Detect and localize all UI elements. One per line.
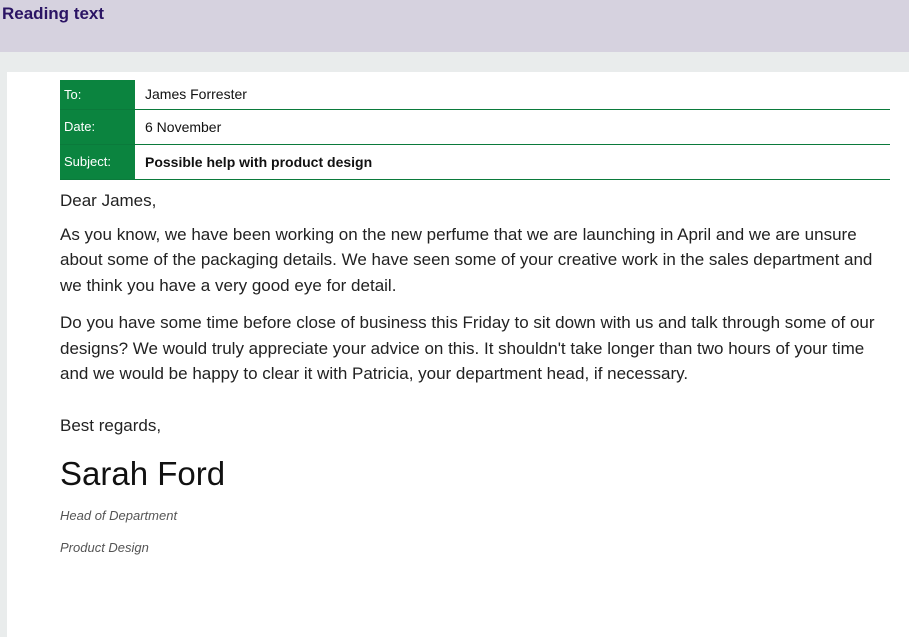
- memo-row-to: To: James Forrester: [60, 80, 890, 110]
- letter-signature: Sarah Ford: [60, 455, 226, 492]
- page-title: Reading text: [2, 4, 105, 23]
- memo-value-subject: Possible help with product design: [145, 154, 373, 170]
- header-bar: Reading text: [0, 0, 909, 52]
- memo-label-subject: Subject:: [60, 145, 135, 179]
- memo-value-date: 6 November: [145, 119, 222, 135]
- sender-department: Product Design: [60, 540, 149, 555]
- memo-label-date: Date:: [60, 110, 135, 144]
- letter-paragraph-1: As you know, we have been working on the…: [60, 224, 873, 295]
- letter-closing: Best regards,: [60, 415, 162, 435]
- memo-row-subject: Subject: Possible help with product desi…: [60, 145, 890, 180]
- memo-header: To: James Forrester Date: 6 November Sub…: [60, 80, 890, 180]
- memo-label-to: To:: [60, 80, 135, 109]
- letter-body: Dear James, As you know, we have been wo…: [60, 188, 890, 570]
- letter-greeting: Dear James,: [60, 191, 157, 210]
- memo-value-to: James Forrester: [145, 86, 247, 102]
- sender-title: Head of Department: [60, 508, 178, 523]
- letter-paragraph-2: Do you have some time before close of bu…: [60, 313, 875, 383]
- memo-row-date: Date: 6 November: [60, 110, 890, 145]
